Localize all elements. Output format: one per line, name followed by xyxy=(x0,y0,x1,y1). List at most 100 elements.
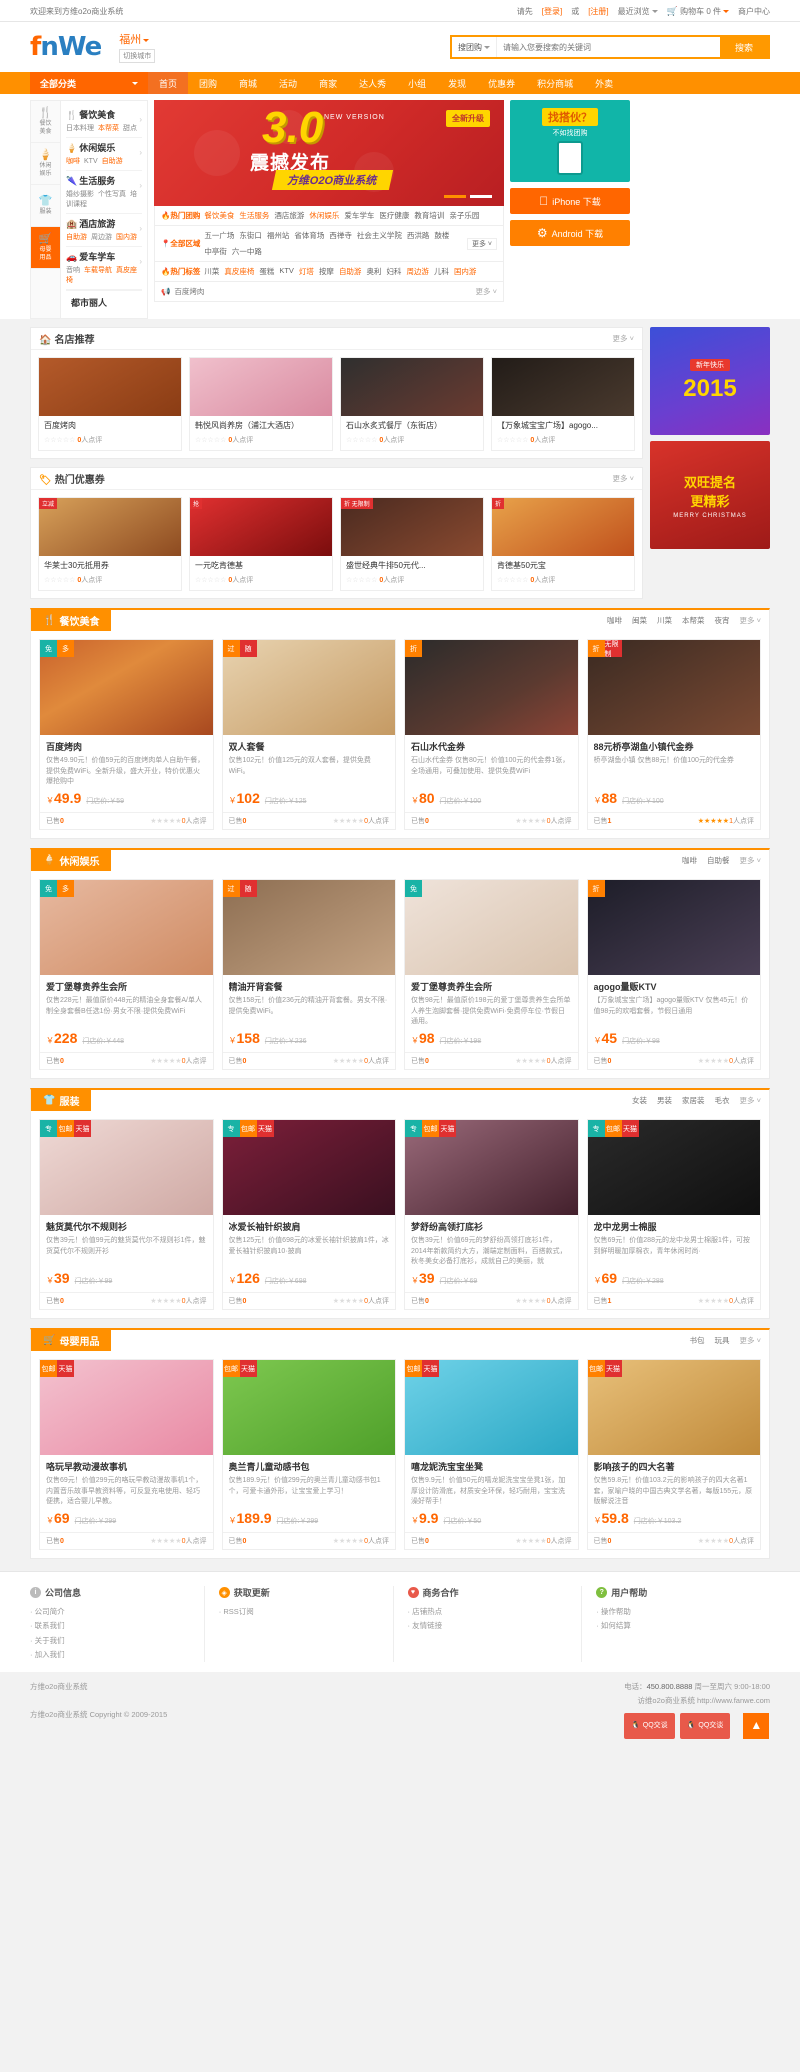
nav-item-activity[interactable]: 活动 xyxy=(268,72,308,94)
sidebar-rail-item-3[interactable]: 🛒 母婴 用品 xyxy=(31,227,60,269)
hot-tag-11[interactable]: 国内游 xyxy=(454,266,477,277)
all-categories-button[interactable]: 全部分类 xyxy=(30,72,148,94)
module-nav-item-food-1[interactable]: 闽菜 xyxy=(632,615,647,626)
footer-link-3-1[interactable]: · 如何结算 xyxy=(596,1621,631,1630)
footer-link-0-0[interactable]: · 公司简介 xyxy=(30,1607,65,1616)
module-nav-item-leisure-0[interactable]: 咖啡 xyxy=(682,855,697,866)
goods-food-3[interactable]: 折无限制 88元桥亭湖鱼小镇代金券 桥亭湖鱼小镇 仅售88元！价值100元的代金券 ￥… xyxy=(586,639,761,830)
sidebar-subcat-4-0[interactable]: 音响 xyxy=(66,267,80,274)
sidebar-category-2[interactable]: 🌂 生活服务 婚纱摄影 个性写真 培训课程 › xyxy=(66,171,142,214)
hot-groupbuy-tag-6[interactable]: 教育培训 xyxy=(414,210,444,221)
qq-chat-button-2[interactable]: 🐧 QQ交谈 xyxy=(679,1713,731,1739)
notice-more-link[interactable]: 更多 ˅ xyxy=(476,286,497,297)
sidebar-subcat-0-2[interactable]: 甜点 xyxy=(123,125,137,132)
hot-groupbuy-tag-7[interactable]: 亲子乐园 xyxy=(449,210,479,221)
android-download-button[interactable]: ⚙ Android 下载 xyxy=(510,220,630,246)
famous-store-card[interactable]: 石山水炙式餐厅（东街店） ☆☆☆☆☆ 0人点评 xyxy=(340,357,484,451)
goods-clothing-1[interactable]: 专包邮 天猫 冰爱长袖针织披肩 仅售125元！价值698元的冰爱长袖针织披肩1件，冰爱… xyxy=(221,1119,396,1310)
area-tag-7[interactable]: 鼓楼 xyxy=(434,230,449,241)
hot-groupbuy-tag-2[interactable]: 酒店旅游 xyxy=(274,210,304,221)
footer-link-2-1[interactable]: · 友情链接 xyxy=(408,1621,443,1630)
goods-baby-0[interactable]: 包邮 天猫 咯玩早教动漫故事机 仅售69元！价值299元的咯玩早教动漫故事机1个，内置… xyxy=(39,1359,214,1550)
search-input[interactable] xyxy=(497,37,720,57)
module-nav-item-clothing-0[interactable]: 女装 xyxy=(632,1095,647,1106)
footer-link-0-2[interactable]: · 关于我们 xyxy=(30,1636,65,1645)
goods-food-2[interactable]: 折石山水代金券 石山水代金券 仅售80元！价值100元的代金券1张，全场通用，可叠… xyxy=(404,639,579,830)
area-tag-3[interactable]: 省体育场 xyxy=(294,230,324,241)
sidebar-subcat-1-1[interactable]: KTV xyxy=(84,158,98,165)
sidebar-rail-item-2[interactable]: 👕 服装 xyxy=(31,185,60,227)
hot-groupbuy-tag-3[interactable]: 休闲娱乐 xyxy=(309,210,339,221)
sidebar-category-3[interactable]: 🏨 酒店旅游 自助游 周边游 国内游 › xyxy=(66,214,142,247)
module-more-leisure[interactable]: 更多 ˅ xyxy=(740,855,761,866)
notice-text[interactable]: 百度烤肉 xyxy=(174,286,204,297)
goods-leisure-1[interactable]: 过随精油开背套餐 仅售158元！价值236元的精油开背套餐。男女不限·提供免费Wi… xyxy=(221,879,396,1070)
hot-tag-10[interactable]: 儿科 xyxy=(434,266,449,277)
nav-item-points-mall[interactable]: 积分商城 xyxy=(526,72,584,94)
hot-tag-3[interactable]: KTV xyxy=(279,266,294,277)
module-nav-item-clothing-1[interactable]: 男装 xyxy=(657,1095,672,1106)
goods-leisure-0[interactable]: 免多爱丁堡尊贵养生会所 仅售228元！最值原价448元的精油全身套餐A/单人制全身… xyxy=(39,879,214,1070)
nav-item-merchants[interactable]: 商家 xyxy=(308,72,348,94)
qq-chat-button-1[interactable]: 🐧 QQ交谈 xyxy=(624,1713,675,1739)
area-tag-4[interactable]: 西禅寺 xyxy=(329,230,352,241)
hot-deal-card[interactable]: 立减 华莱士30元抵用券 ☆☆☆☆☆ 0人点评 xyxy=(38,497,182,591)
hero-banner[interactable]: NEW VERSION 3.0 震撼发布 方维O2O商业系统 全新升级 xyxy=(154,100,504,206)
iphone-download-button[interactable]: iPhone 下载 xyxy=(510,188,630,214)
merchant-center-link[interactable]: 商户中心 xyxy=(738,6,770,17)
search-type-select[interactable]: 搜团购 xyxy=(452,37,497,57)
sidebar-subcat-3-1[interactable]: 周边游 xyxy=(91,234,112,241)
module-nav-item-clothing-2[interactable]: 家居装 xyxy=(682,1095,705,1106)
module-nav-item-food-0[interactable]: 咖啡 xyxy=(607,615,622,626)
city-selector[interactable]: 福州 切换城市 xyxy=(119,31,156,63)
goods-clothing-3[interactable]: 专包邮 天猫 龙中龙男士棉服 仅售69元！价值288元的龙中龙男士棉服1件，可按到鲜明… xyxy=(586,1119,761,1310)
goods-food-0[interactable]: 免多百度烤肉 仅售49.90元！价值59元的百度烤肉单人自助午餐，提供免费WiFi… xyxy=(39,639,214,830)
hot-tag-2[interactable]: 蛋糕 xyxy=(259,266,274,277)
sidebar-category-0[interactable]: 🍴 餐饮美食 日本料理 本帮菜 甜点 › xyxy=(66,105,142,138)
sidebar-subcat-0-0[interactable]: 日本料理 xyxy=(66,125,94,132)
sidebar-subcat-3-2[interactable]: 国内游 xyxy=(116,234,137,241)
area-more-link[interactable]: 更多 ˅ xyxy=(466,237,497,250)
sidebar-subcat-4-1[interactable]: 车载导航 xyxy=(84,267,112,274)
module-more-food[interactable]: 更多 ˅ xyxy=(740,615,761,626)
area-tag-2[interactable]: 福州站 xyxy=(267,230,290,241)
sidebar-subcat-2-1[interactable]: 个性写真 xyxy=(98,191,126,198)
sidebar-subcat-1-0[interactable]: 咖啡 xyxy=(66,158,80,165)
module-nav-item-food-2[interactable]: 川菜 xyxy=(657,615,672,626)
area-tag-5[interactable]: 社会主义学院 xyxy=(357,230,402,241)
goods-food-1[interactable]: 过随双人套餐 仅售102元！价值125元的双人套餐，提供免费WiFi。 ￥ 102 门店… xyxy=(221,639,396,830)
register-link[interactable]: [注册] xyxy=(588,6,608,17)
footer-link-1-0[interactable]: · RSS订阅 xyxy=(219,1607,254,1616)
module-more-baby[interactable]: 更多 ˅ xyxy=(740,1335,761,1346)
goods-clothing-0[interactable]: 专包邮 天猫 魅货莫代尔不规则衫 仅售39元！价值99元的魅货莫代尔不规则衫1件，魅货… xyxy=(39,1119,214,1310)
cart-link[interactable]: 🛒 购物车 0 件 xyxy=(667,6,729,17)
sidebar-category-4[interactable]: 🚗 爱车学车 音响 车载导航 真皮座椅 › xyxy=(66,247,142,290)
hot-tag-4[interactable]: 灯塔 xyxy=(299,266,314,277)
switch-city-button[interactable]: 切换城市 xyxy=(119,49,156,63)
footer-link-3-0[interactable]: · 操作帮助 xyxy=(596,1607,631,1616)
go-top-button[interactable]: ▲ xyxy=(743,1713,770,1739)
sidebar-subcat-0-1[interactable]: 本帮菜 xyxy=(98,125,119,132)
nav-item-discover[interactable]: 发现 xyxy=(437,72,477,94)
hot-groupbuy-tag-0[interactable]: 餐饮美食 xyxy=(204,210,234,221)
recent-views-link[interactable]: 最近浏览 xyxy=(618,6,658,17)
app-promo-card[interactable]: 找搭伙？ 不如找团购 xyxy=(510,100,630,182)
famous-store-card[interactable]: 百度烤肉 ☆☆☆☆☆ 0人点评 xyxy=(38,357,182,451)
goods-baby-1[interactable]: 包邮 天猫 奥兰青儿童动感书包 仅售189.9元！价值299元的奥兰青儿童动感书包1个… xyxy=(221,1359,396,1550)
nav-item-groups[interactable]: 小组 xyxy=(397,72,437,94)
sidebar-rail-item-1[interactable]: 🍦 休闲 娱乐 xyxy=(31,143,60,185)
hot-tag-9[interactable]: 周边游 xyxy=(406,266,429,277)
goods-baby-3[interactable]: 包邮 天猫 影响孩子的四大名著 仅售59.8元！价值103.2元的影响孩子的四大名著1… xyxy=(586,1359,761,1550)
area-tag-1[interactable]: 东街口 xyxy=(239,230,262,241)
nav-item-groupbuy[interactable]: 团购 xyxy=(188,72,228,94)
new-year-ad[interactable]: 新年快乐 2015 xyxy=(650,327,770,435)
hot-deals-more[interactable]: 更多 ˅ xyxy=(613,473,634,484)
module-nav-item-baby-0[interactable]: 书包 xyxy=(690,1335,705,1346)
sidebar-subcat-2-0[interactable]: 婚纱摄影 xyxy=(66,191,94,198)
goods-clothing-2[interactable]: 专包邮 天猫 梦舒纷高领打底衫 仅售39元！价值69元的梦舒纷高领打底衫1件，2014… xyxy=(404,1119,579,1310)
goods-leisure-3[interactable]: 折 agogo量贩KTV 【万象城宝宝广场】agogo量贩KTV 仅售45元！价值9… xyxy=(586,879,761,1070)
area-tag-9[interactable]: 六一中路 xyxy=(232,246,262,257)
hot-tag-7[interactable]: 奥利 xyxy=(366,266,381,277)
footer-link-0-3[interactable]: · 加入我们 xyxy=(30,1650,65,1659)
hot-tag-5[interactable]: 按摩 xyxy=(319,266,334,277)
